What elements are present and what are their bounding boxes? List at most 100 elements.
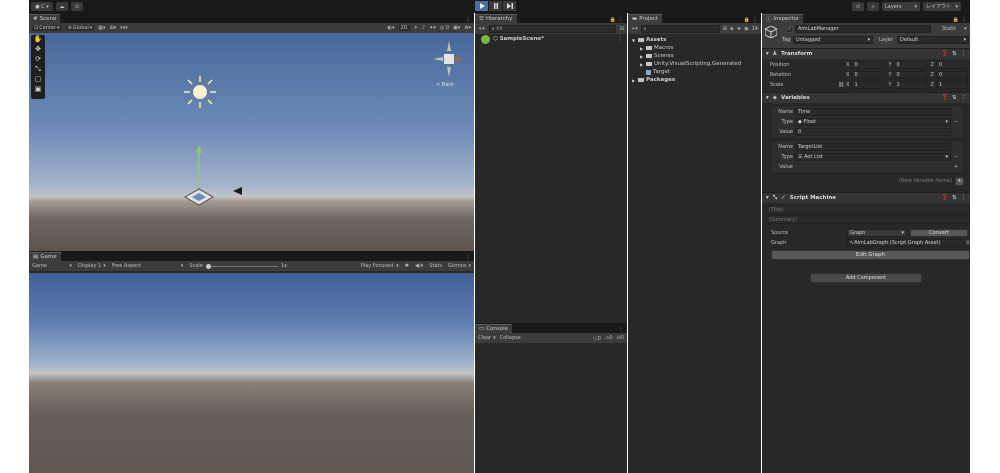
script-machine-header[interactable]: ▾ ⤡ ✓ Script Machine ❓ ⇅ ⋮ [762,192,970,203]
clear-dropdown[interactable]: Clear ▾ [478,335,496,341]
grid-snap-icon[interactable]: ▦▾ [98,25,105,31]
history-button[interactable]: ↺ [852,2,864,11]
space-dropdown[interactable]: ⊕ Global ▾ [65,25,95,31]
favorite-icon[interactable]: ★ [737,26,741,32]
more-icon[interactable]: ⋮ [618,326,627,333]
shading-mode-icon[interactable]: ◐▾ [388,25,395,31]
add-component-button[interactable]: Add Component [810,273,922,283]
gizmos-icon[interactable]: ⊕▾ [464,25,471,31]
gizmo-back-label[interactable]: < Back [436,82,454,88]
static-toggle[interactable]: Static [942,26,956,32]
gizmos-dropdown[interactable]: Gizmos ▾ [448,263,471,269]
create-icon[interactable]: +▾ [631,26,638,32]
error-count-toggle[interactable]: ⊘0 [617,335,624,341]
move-tool-icon[interactable]: ✥ [31,45,45,55]
more-icon[interactable]: ⋮ [465,16,474,23]
transform-tool-icon[interactable]: ▣ [31,85,45,95]
source-dropdown[interactable]: Graph ▾ [847,229,907,237]
tab-console[interactable]: ▭ Console [475,324,513,333]
hierarchy-scene-item[interactable]: ⬡ SampleScene* ⋮ [475,34,627,44]
variables-header[interactable]: ▾ ◈ Variables ❓ ⇅ ⋮ [762,92,970,103]
scene-viewport[interactable]: ✋ ✥ ⟳ ⤡ ▢ ▣ < Back [29,33,474,251]
scene-item-menu-icon[interactable]: ⋮ [617,36,627,43]
active-checkbox[interactable]: ✓ [786,26,793,33]
rotation-x-field[interactable]: 0 [851,71,884,79]
project-tree-item[interactable]: ▶ Scenes [628,52,761,60]
more-icon[interactable]: ⋮ [465,254,474,261]
graph-summary-field[interactable]: (Summary) [766,215,970,224]
component-enabled-checkbox[interactable]: ✓ [781,195,786,201]
add-list-item-icon[interactable]: + [951,164,961,170]
tag-dropdown[interactable]: Untagged ▾ [793,36,873,44]
project-tree-item[interactable]: ▼ Assets [628,36,761,44]
variable-value-field[interactable]: 0 [795,128,951,136]
variable-type-dropdown[interactable]: ☰ Aot List ▾ [795,153,951,161]
cloud-button[interactable]: ☁ [56,2,68,11]
edit-graph-button[interactable]: Edit Graph [771,250,970,260]
link-icon[interactable]: ⛓ [838,82,846,88]
more-icon[interactable]: ⋮ [752,16,761,23]
scale-z-field[interactable]: 1 [935,81,968,89]
convert-button[interactable]: Convert [910,229,968,237]
lock-icon[interactable]: 🔒 [610,17,618,23]
camera-icon[interactable] [233,187,243,195]
play-button[interactable] [475,1,488,11]
preset-icon[interactable]: ⇅ [952,51,957,57]
2d-toggle[interactable]: 2D [398,25,410,31]
search-button[interactable]: ⌕ [867,2,879,11]
pause-button[interactable] [489,1,502,11]
collapse-toggle[interactable]: Collapse [500,335,521,341]
transform-header[interactable]: ▾ ⅄ Transform ❓ ⇅ ⋮ [762,48,970,59]
play-mode-dropdown[interactable]: Play Focused ▾ [361,263,399,269]
move-gizmo[interactable] [179,145,223,209]
help-icon[interactable]: ❓ [941,95,948,101]
log-count-toggle[interactable]: ⓘ0 [593,335,601,342]
hidden-objects-icon[interactable]: ◎ 0 [440,25,449,31]
hierarchy-search-input[interactable]: ⌕ All [488,24,616,33]
search-by-type-icon[interactable]: ⊞ [723,26,727,32]
layer-dropdown[interactable]: Default ▾ [897,36,969,44]
help-icon[interactable]: ❓ [941,195,948,201]
position-x-field[interactable]: 0 [851,61,884,69]
project-tree-item[interactable]: Target [628,68,761,76]
rotation-z-field[interactable]: 0 [935,71,968,79]
position-y-field[interactable]: 0 [893,61,926,69]
create-icon[interactable]: +▾ [478,26,485,32]
lighting-icon[interactable]: ☀ [414,25,418,31]
graph-title-field[interactable]: (Title) [766,205,970,214]
hidden-packages-icon[interactable]: ◉ [744,26,748,32]
remove-variable-icon[interactable]: − [951,119,961,125]
warning-count-toggle[interactable]: ⚠0 [605,335,613,341]
mute-audio-icon[interactable]: ◀)▾ [415,263,423,269]
project-tree-item[interactable]: ▶ Packages [628,76,761,84]
scale-tool-icon[interactable]: ⤡ [31,65,45,75]
snap-icon[interactable]: ⋈▾ [120,25,128,31]
directional-light-icon[interactable] [183,75,217,109]
game-view-dropdown[interactable]: Game ▾ [32,263,72,269]
project-search-input[interactable]: ⌕ [640,24,720,33]
frame-debugger-icon[interactable]: ✱ [405,263,409,269]
more-icon[interactable]: ⋮ [961,16,970,23]
more-icon[interactable]: ⋮ [618,16,627,23]
scale-x-field[interactable]: 1 [851,81,884,89]
object-name-field[interactable]: AimLabManager [795,25,931,33]
component-menu-icon[interactable]: ⋮ [961,95,967,101]
rotation-y-field[interactable]: 0 [893,71,926,79]
scale-slider-thumb[interactable] [205,263,211,269]
scale-slider[interactable]: Scale 1x [189,263,287,269]
audio-icon[interactable]: ♪ [422,25,425,31]
lock-icon[interactable]: 🔒 [744,17,752,23]
scale-y-field[interactable]: 1 [893,81,926,89]
component-menu-icon[interactable]: ⋮ [961,51,967,57]
variable-type-dropdown[interactable]: ◆ Float ▾ [795,118,951,126]
graph-object-field[interactable]: ↖ AimLabGraph (Script Graph Asset) [846,239,964,247]
orientation-gizmo[interactable] [429,39,469,79]
pivot-dropdown[interactable]: ⊡ Center ▾ [32,25,62,31]
layers-dropdown[interactable]: Layers ▾ [882,2,920,11]
camera-settings-icon[interactable]: ▣▾ [453,25,460,31]
stats-toggle[interactable]: Stats [429,263,442,269]
add-variable-button[interactable]: + [955,176,964,186]
scale-slider-track[interactable] [205,263,278,269]
display-dropdown[interactable]: Display 1 ▾ [78,263,106,269]
collab-button[interactable]: ⊙ [71,2,83,11]
